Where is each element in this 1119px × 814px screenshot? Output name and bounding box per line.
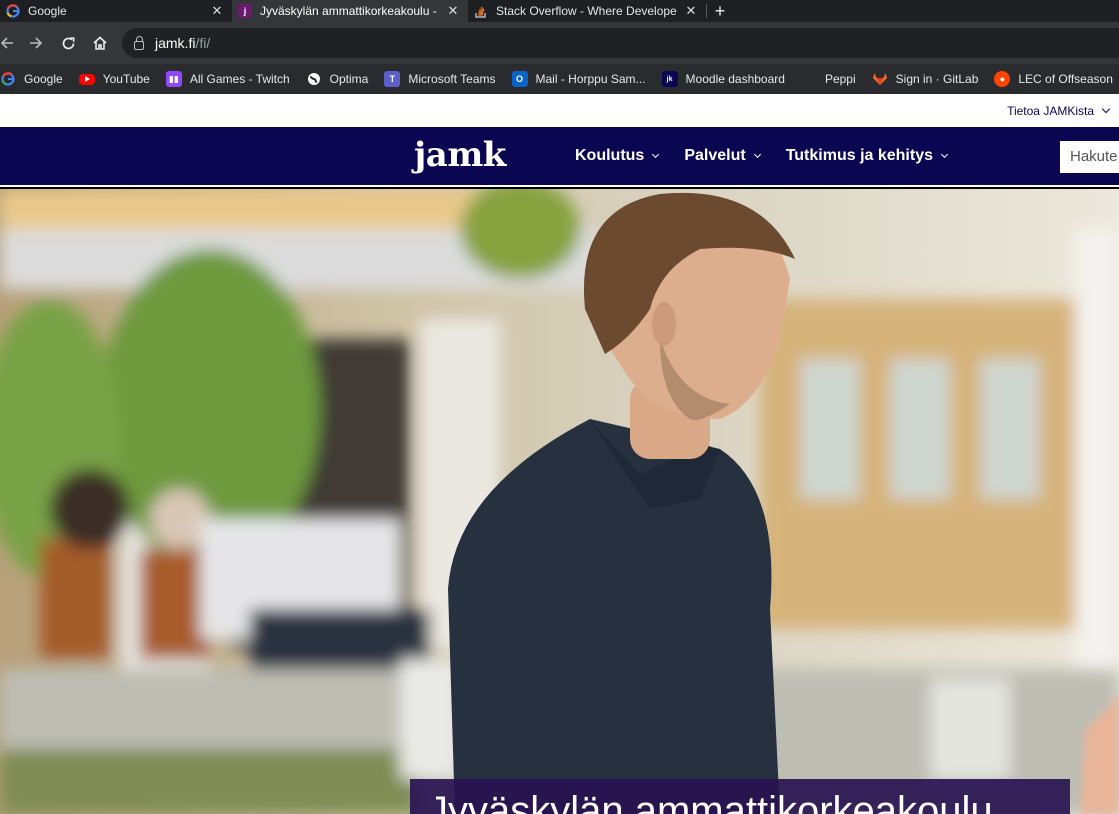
- bookmark-label: Mail - Horppu Sam...: [535, 72, 646, 86]
- menu-item-koulutus[interactable]: Koulutus: [575, 147, 660, 165]
- close-icon[interactable]: ✕: [444, 3, 462, 19]
- chevron-down-icon: [940, 150, 949, 158]
- tab-label: Jyväskylän ammattikorkeakoulu -: [260, 4, 437, 18]
- gitlab-icon: [872, 71, 888, 87]
- menu-item-palvelut[interactable]: Palvelut: [684, 147, 761, 165]
- site-header: jamk Koulutus Palvelut Tutkimus ja kehit…: [0, 127, 1119, 187]
- lock-icon: [134, 35, 144, 50]
- chevron-down-icon: [753, 150, 761, 158]
- tab-google[interactable]: Google ✕: [0, 0, 232, 22]
- search-input[interactable]: Hakute: [1060, 141, 1119, 173]
- twitch-icon: ▮▮: [165, 71, 182, 87]
- bookmark-label: LEC of Offseason: [1018, 72, 1113, 86]
- menu-item-label: Koulutus: [575, 147, 645, 164]
- jamk-icon: jk: [661, 71, 678, 87]
- close-icon[interactable]: ✕: [682, 3, 700, 19]
- bookmark-label: Microsoft Teams: [408, 72, 496, 86]
- menu-item-label: Tutkimus ja kehitys: [785, 147, 933, 164]
- about-jamk-label: Tietoa JAMKista: [1007, 104, 1094, 118]
- bookmark-teams[interactable]: T Microsoft Teams: [384, 71, 496, 87]
- bookmark-twitch[interactable]: ▮▮ All Games - Twitch: [165, 71, 290, 87]
- about-jamk-dropdown[interactable]: Tietoa JAMKista: [1007, 104, 1111, 118]
- globe-icon: [306, 71, 322, 87]
- bookmark-label: Moodle dashboard: [685, 72, 785, 86]
- chevron-down-icon: [652, 150, 660, 158]
- hero-title: Jyväskylän ammattikorkeakoulu: [410, 779, 1070, 814]
- reload-button[interactable]: [52, 27, 84, 59]
- new-tab-button[interactable]: +: [707, 0, 733, 22]
- close-icon[interactable]: ✕: [208, 3, 226, 19]
- hero-photo: [0, 189, 1119, 814]
- tab-label: Stack Overflow - Where Develope: [496, 4, 677, 18]
- browser-tab-strip: Google ✕ j Jyväskylän ammattikorkeakoulu…: [0, 0, 1119, 22]
- bookmark-peppi[interactable]: Peppi: [825, 72, 856, 86]
- reddit-icon: ●: [994, 71, 1011, 87]
- bookmark-mail[interactable]: O Mail - Horppu Sam...: [511, 71, 646, 87]
- google-icon: [6, 4, 20, 18]
- bookmark-label: Optima: [329, 72, 369, 86]
- chevron-down-icon: [1101, 104, 1111, 114]
- home-button[interactable]: [84, 27, 116, 59]
- bookmarks-bar: Google YouTube ▮▮ All Games - Twitch Opt…: [0, 64, 1119, 94]
- url-text: jamk.fi/fi/: [155, 35, 211, 51]
- bookmark-gitlab[interactable]: Sign in · GitLab: [872, 71, 979, 87]
- jamk-icon: j: [238, 4, 252, 18]
- teams-icon: T: [384, 71, 401, 87]
- address-bar[interactable]: jamk.fi/fi/: [122, 28, 1119, 58]
- bookmark-youtube[interactable]: YouTube: [78, 72, 150, 86]
- hero-image: Jyväskylän ammattikorkeakoulu: [0, 189, 1119, 814]
- stackoverflow-icon: [474, 4, 488, 18]
- outlook-icon: O: [511, 71, 528, 87]
- menu-item-label: Palvelut: [684, 147, 746, 164]
- bookmark-label: Peppi: [824, 72, 856, 86]
- main-menu: Koulutus Palvelut Tutkimus ja kehitys: [575, 147, 973, 165]
- bookmark-label: Sign in · GitLab: [895, 72, 979, 86]
- site-utility-bar: Tietoa JAMKista: [0, 94, 1119, 127]
- bookmark-label: Google: [24, 72, 63, 86]
- bookmark-lec[interactable]: ● LEC of Offseason: [994, 71, 1113, 87]
- google-icon: [0, 71, 16, 87]
- forward-button[interactable]: [20, 27, 52, 59]
- tab-label: Google: [28, 4, 67, 18]
- bookmark-label: All Games - Twitch: [189, 72, 290, 86]
- jamk-logo[interactable]: jamk: [414, 135, 506, 175]
- browser-toolbar: jamk.fi/fi/: [0, 22, 1119, 64]
- tab-jamk[interactable]: j Jyväskylän ammattikorkeakoulu - ✕: [232, 0, 468, 22]
- back-button[interactable]: [0, 27, 20, 59]
- bookmark-moodle[interactable]: jk Moodle dashboard: [661, 71, 785, 87]
- bookmark-optima[interactable]: Optima: [306, 71, 369, 87]
- bookmark-label: YouTube: [102, 72, 150, 86]
- tab-stackoverflow[interactable]: Stack Overflow - Where Develope ✕: [468, 0, 706, 22]
- menu-item-tutkimus[interactable]: Tutkimus ja kehitys: [785, 147, 949, 165]
- bookmark-google[interactable]: Google: [0, 71, 63, 87]
- youtube-icon: [78, 73, 95, 85]
